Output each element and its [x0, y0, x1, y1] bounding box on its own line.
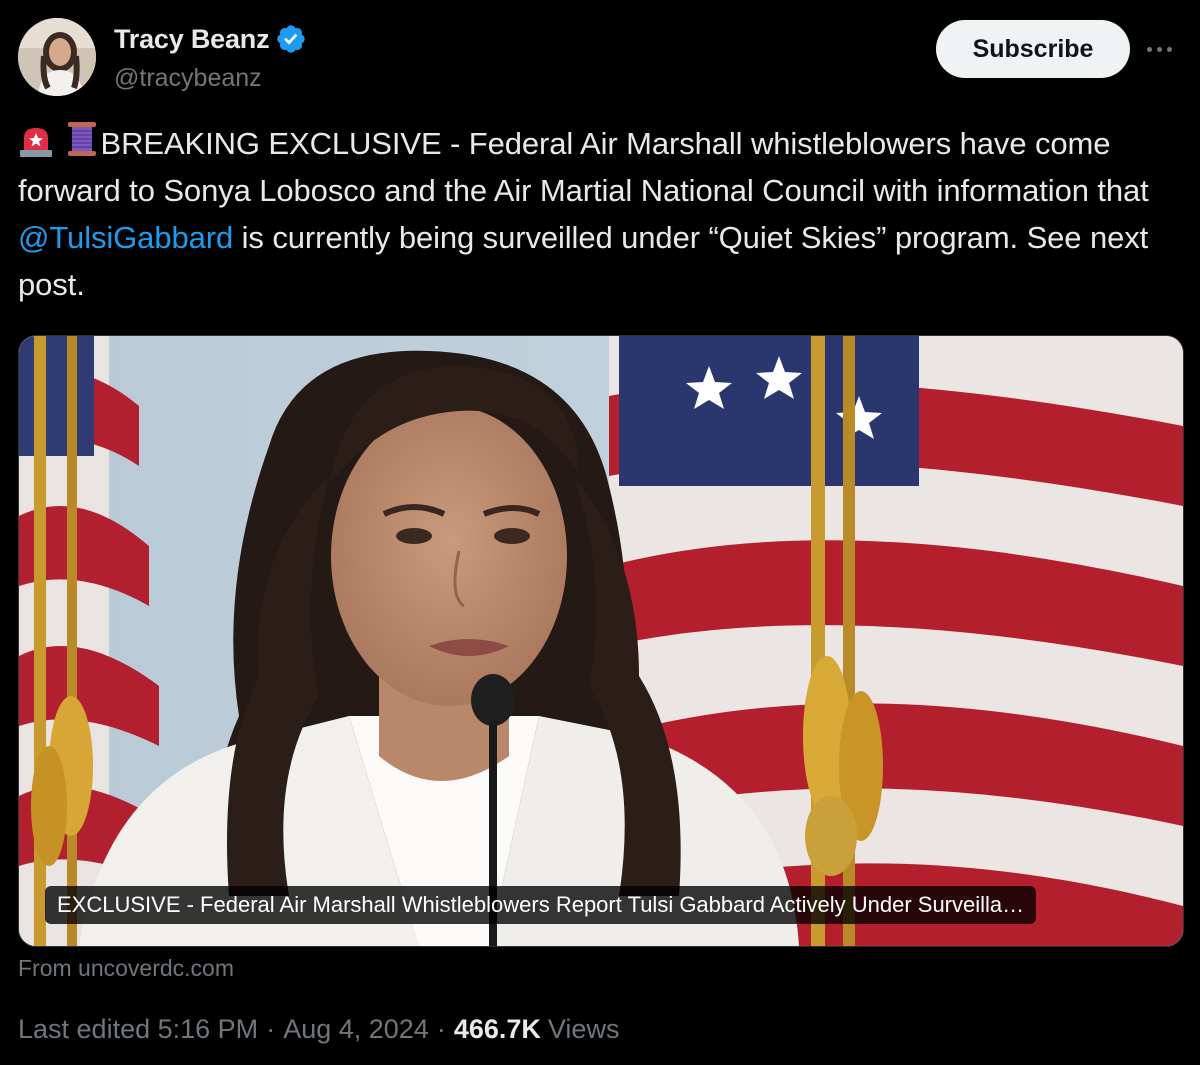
- display-name-row: Tracy Beanz: [114, 20, 307, 58]
- separator: ·: [266, 1014, 276, 1044]
- police-light-emoji: [20, 128, 52, 157]
- edited-label[interactable]: Last edited: [18, 1014, 150, 1045]
- mention-link[interactable]: @TulsiGabbard: [18, 220, 233, 255]
- link-card-caption[interactable]: EXCLUSIVE - Federal Air Marshall Whistle…: [45, 886, 1037, 924]
- tweet-text: BREAKING EXCLUSIVE - Federal Air Marshal…: [18, 120, 1188, 308]
- more-options-icon[interactable]: [1142, 32, 1178, 68]
- thread-spool-emoji: [67, 122, 96, 156]
- avatar[interactable]: [18, 18, 96, 96]
- tweet-meta: Last edited 5:16 PM · Aug 4, 2024 · 466.…: [18, 1014, 619, 1045]
- link-card-image[interactable]: EXCLUSIVE - Federal Air Marshall Whistle…: [18, 335, 1184, 947]
- views-label: Views: [547, 1014, 620, 1044]
- tweet-date[interactable]: Aug 4, 2024: [283, 1014, 429, 1045]
- news-photo: [19, 336, 1183, 946]
- tweet-time[interactable]: 5:16 PM: [158, 1014, 259, 1045]
- verified-badge-icon: [277, 25, 306, 53]
- link-source[interactable]: From uncoverdc.com: [18, 955, 234, 982]
- separator: ·: [436, 1014, 446, 1044]
- tweet-header: Tracy Beanz @tracybeanz Subscribe: [18, 18, 1182, 98]
- display-name[interactable]: Tracy Beanz: [114, 24, 270, 55]
- tweet-body-start: BREAKING EXCLUSIVE - Federal Air Marshal…: [18, 126, 1149, 208]
- subscribe-button[interactable]: Subscribe: [936, 20, 1130, 78]
- author-names: Tracy Beanz @tracybeanz: [114, 20, 307, 93]
- author-handle[interactable]: @tracybeanz: [114, 64, 307, 93]
- views-count: 466.7K: [453, 1014, 541, 1044]
